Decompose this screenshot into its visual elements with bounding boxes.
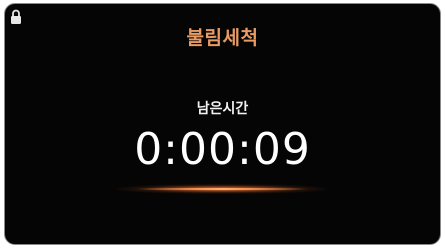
program-title: 불림세척 (186, 27, 259, 49)
wash-status-screen: 불림세척 남은시간 0:00:09 (4, 3, 441, 245)
remaining-time-label: 남은시간 (196, 101, 249, 117)
glow-line-decoration (137, 188, 307, 190)
remaining-time-value: 0:00:09 (134, 124, 311, 175)
